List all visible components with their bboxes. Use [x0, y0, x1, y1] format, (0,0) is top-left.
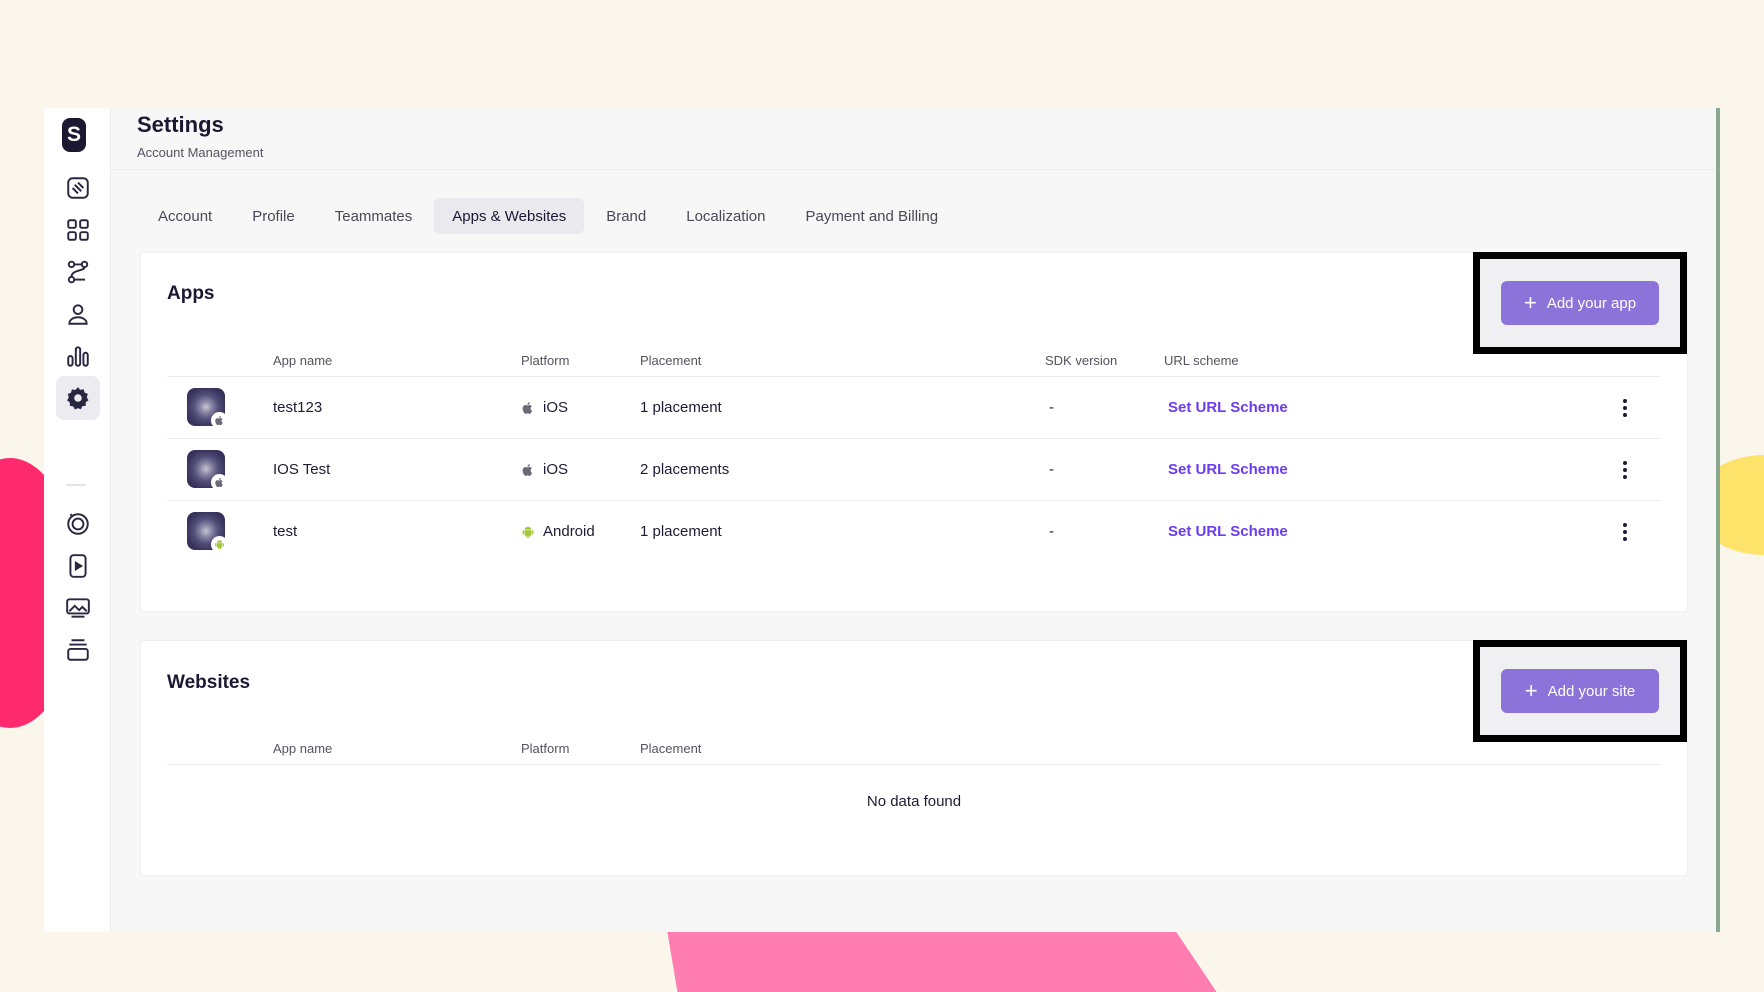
app-placement: 1 placement — [640, 523, 722, 540]
sidebar-divider — [66, 484, 86, 486]
app-platform: iOS — [521, 461, 568, 478]
websites-table-header: App name Platform Placement — [167, 735, 1661, 765]
image-icon — [66, 598, 90, 618]
user-icon — [68, 304, 88, 325]
platform-label: iOS — [543, 399, 569, 416]
sidebar-item-settings[interactable] — [56, 376, 100, 420]
add-app-label: Add your app — [1546, 294, 1637, 312]
plus-icon: + — [1523, 290, 1537, 315]
app-sdk-version: - — [1049, 523, 1054, 540]
add-app-button[interactable]: + Add your app — [1501, 281, 1659, 325]
app-name: test123 — [273, 399, 323, 416]
tab-apps-websites[interactable]: Apps & Websites — [434, 198, 585, 234]
column-header-sdk-version: SDK version — [1045, 353, 1118, 368]
settings-tabs: Account Profile Teammates Apps & Website… — [140, 198, 956, 234]
app-platform: iOS — [521, 399, 568, 416]
table-row[interactable]: test123 iOS 1 placement - Set URL Scheme — [167, 377, 1661, 439]
page-title: Settings — [137, 112, 224, 137]
websites-card: Websites + Add your site App name Platfo… — [140, 640, 1688, 876]
flow-icon — [67, 260, 89, 284]
more-options-icon[interactable] — [1615, 520, 1635, 544]
app-sdk-version: - — [1049, 461, 1054, 478]
app-name: IOS Test — [273, 461, 331, 478]
tab-teammates[interactable]: Teammates — [317, 198, 431, 234]
apple-icon — [522, 463, 533, 476]
sidebar-item-dashboard[interactable] — [56, 208, 100, 252]
column-header-platform: Platform — [521, 353, 570, 368]
empty-state-text: No data found — [866, 793, 962, 810]
android-icon — [215, 540, 224, 550]
more-options-icon[interactable] — [1615, 458, 1635, 482]
android-badge — [211, 536, 228, 553]
set-url-scheme-link[interactable]: Set URL Scheme — [1168, 461, 1288, 478]
platform-label: iOS — [543, 461, 569, 478]
websites-title: Websites — [167, 672, 251, 693]
sidebar-item-analytics[interactable] — [56, 334, 100, 378]
app-window: S Settings Account Management Account Pr… — [44, 108, 1718, 932]
puzzle-icon — [67, 177, 89, 199]
android-icon — [522, 526, 534, 538]
table-row[interactable]: test Android 1 placement - Set URL Schem… — [167, 501, 1661, 563]
sidebar-item-media[interactable] — [56, 586, 100, 630]
websites-table: App name Platform Placement No data foun… — [167, 735, 1661, 810]
target-icon — [67, 513, 89, 535]
add-site-label: Add your site — [1547, 682, 1636, 700]
add-app-highlight: + Add your app — [1473, 252, 1687, 354]
page-subtitle: Account Management — [137, 145, 264, 160]
app-avatar — [187, 512, 228, 553]
apple-icon — [522, 401, 533, 414]
tab-account[interactable]: Account — [140, 198, 230, 234]
app-name: test — [273, 523, 298, 540]
app-placement: 2 placements — [640, 461, 730, 478]
decorative-edge-line — [1716, 108, 1720, 932]
apple-badge — [211, 474, 228, 491]
platform-label: Android — [543, 523, 595, 540]
app-platform: Android — [521, 523, 595, 540]
sidebar-item-goals[interactable] — [56, 502, 100, 546]
table-row[interactable]: IOS Test iOS 2 placements - Set URL Sche… — [167, 439, 1661, 501]
add-site-button[interactable]: + Add your site — [1501, 669, 1659, 713]
sidebar: S — [44, 108, 111, 932]
column-header-placement: Placement — [640, 353, 702, 368]
more-options-icon[interactable] — [1615, 396, 1635, 420]
app-placement: 1 placement — [640, 399, 722, 416]
brand-logo[interactable]: S — [62, 118, 86, 152]
column-header-platform: Platform — [521, 741, 570, 756]
plus-icon: + — [1524, 678, 1538, 703]
video-icon — [69, 554, 87, 578]
tab-payment-billing[interactable]: Payment and Billing — [787, 198, 956, 234]
column-header-placement: Placement — [640, 741, 702, 756]
tab-brand[interactable]: Brand — [588, 198, 664, 234]
apple-badge — [211, 412, 228, 429]
chart-icon — [67, 346, 89, 367]
apps-table-header: App name Platform Placement SDK version … — [167, 347, 1661, 377]
sidebar-item-flows[interactable] — [56, 250, 100, 294]
set-url-scheme-link[interactable]: Set URL Scheme — [1168, 523, 1288, 540]
sidebar-item-users[interactable] — [56, 292, 100, 336]
column-header-app-name: App name — [273, 741, 333, 756]
apps-title: Apps — [167, 283, 215, 304]
app-avatar — [187, 388, 228, 429]
apple-icon — [215, 477, 223, 488]
stack-icon — [67, 639, 89, 661]
add-site-highlight: + Add your site — [1473, 640, 1687, 742]
tab-localization[interactable]: Localization — [668, 198, 783, 234]
column-header-app-name: App name — [273, 353, 333, 368]
set-url-scheme-link[interactable]: Set URL Scheme — [1168, 399, 1288, 416]
tab-profile[interactable]: Profile — [234, 198, 313, 234]
apps-table: App name Platform Placement SDK version … — [167, 347, 1661, 563]
sidebar-item-stories[interactable] — [56, 544, 100, 588]
gear-icon — [67, 387, 89, 410]
apple-icon — [215, 415, 223, 426]
column-header-url-scheme: URL scheme — [1164, 353, 1239, 368]
sidebar-item-collections[interactable] — [56, 628, 100, 672]
grid-icon — [67, 219, 89, 241]
apps-card: Apps + Add your app App name Platform Pl… — [140, 252, 1688, 612]
topbar: Settings Account Management — [111, 108, 1718, 170]
sidebar-item-integrations[interactable] — [56, 166, 100, 210]
app-avatar — [187, 450, 228, 491]
app-sdk-version: - — [1049, 399, 1054, 416]
